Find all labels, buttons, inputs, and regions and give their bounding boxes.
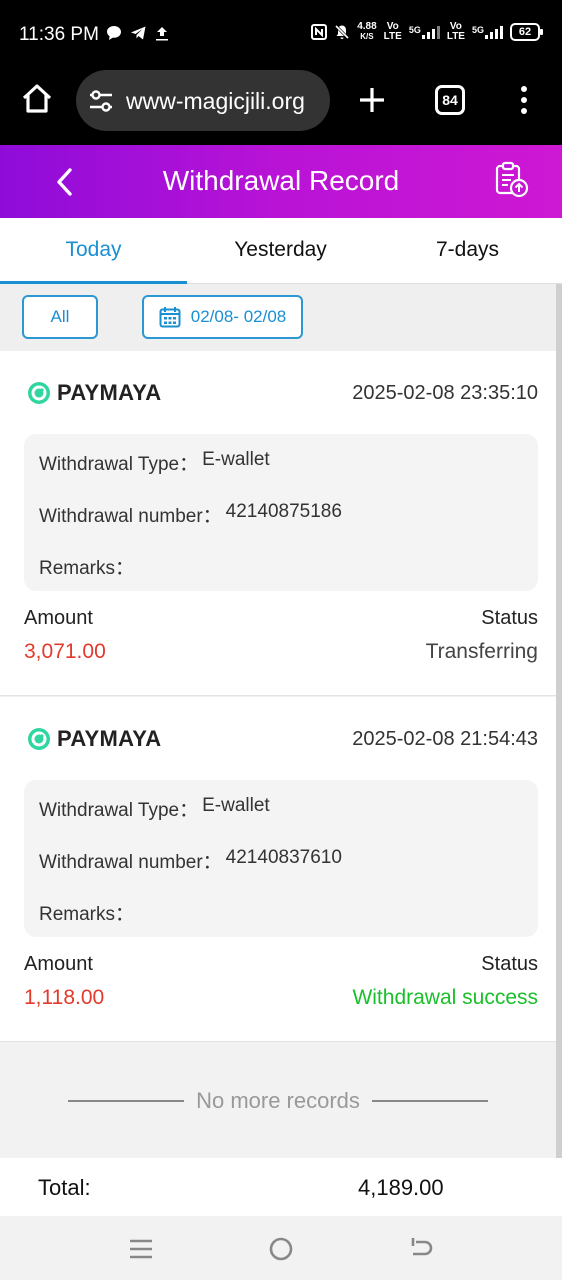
sim2-volte-bottom: LTE bbox=[446, 31, 465, 42]
divider bbox=[371, 1099, 488, 1102]
divider bbox=[68, 1099, 185, 1102]
nfc-icon bbox=[311, 24, 328, 40]
withdrawal-number-label: Withdrawal number： bbox=[39, 852, 222, 873]
status-label: Status bbox=[481, 607, 538, 629]
tab-7-days[interactable]: 7-days bbox=[374, 218, 561, 284]
upload-icon bbox=[156, 27, 168, 41]
signal-bars-icon bbox=[421, 25, 440, 39]
withdrawal-type-label: Withdrawal Type： bbox=[39, 800, 199, 821]
sim2-volte: Vo LTE bbox=[447, 22, 465, 42]
amount-label: Amount bbox=[24, 607, 93, 629]
sim2-gen: 5G bbox=[471, 25, 484, 35]
signal-bars-icon bbox=[485, 25, 503, 39]
record-datetime: 2025-02-08 21:54:43 bbox=[352, 728, 538, 750]
withdrawal-number-row: Withdrawal number： 42140837610 bbox=[39, 847, 342, 874]
tab-yesterday[interactable]: Yesterday bbox=[187, 218, 374, 284]
tab-today[interactable]: Today bbox=[0, 218, 187, 284]
recents-menu-icon[interactable] bbox=[128, 1236, 154, 1262]
withdrawal-number-value: 42140875186 bbox=[225, 501, 342, 522]
clipboard-upload-icon[interactable] bbox=[494, 161, 530, 199]
app-header: Withdrawal Record bbox=[0, 145, 562, 218]
total-bar: Total: 4,189.00 bbox=[0, 1158, 562, 1216]
withdrawal-type-row: Withdrawal Type： E-wallet bbox=[39, 449, 270, 476]
date-range-button[interactable]: 02/08- 02/08 bbox=[142, 295, 303, 339]
no-more-records-text: No more records bbox=[196, 1087, 360, 1113]
amount-label: Amount bbox=[24, 953, 93, 975]
sim2-signal: 5G bbox=[472, 25, 503, 39]
status-label: Status bbox=[481, 953, 538, 975]
filter-all-button[interactable]: All bbox=[22, 295, 98, 339]
record-datetime: 2025-02-08 23:35:10 bbox=[352, 382, 538, 404]
url-text[interactable]: www-magicjili.org bbox=[126, 88, 305, 115]
chat-icon bbox=[107, 26, 121, 40]
total-value: 4,189.00 bbox=[358, 1175, 444, 1200]
battery-icon: 62 bbox=[510, 23, 543, 41]
remarks-row: Remarks： bbox=[39, 899, 134, 926]
home-circle-icon[interactable] bbox=[268, 1236, 294, 1262]
scrollbar[interactable] bbox=[556, 284, 562, 1158]
page-title: Withdrawal Record bbox=[162, 165, 400, 196]
status-value: Withdrawal success bbox=[352, 986, 538, 1009]
end-of-list: No more records bbox=[0, 1043, 556, 1158]
sim1-volte: Vo LTE bbox=[384, 22, 402, 42]
system-nav-bar bbox=[0, 1216, 562, 1280]
net-speed-value: 4.88 bbox=[357, 21, 377, 32]
calendar-icon bbox=[159, 307, 181, 328]
net-speed-unit: K/S bbox=[360, 32, 374, 41]
withdrawal-type-label: Withdrawal Type： bbox=[39, 454, 199, 475]
sim1-volte-bottom: LTE bbox=[383, 31, 402, 42]
browser-toolbar: www-magicjili.org 84 bbox=[0, 68, 562, 145]
paymaya-logo-icon bbox=[28, 382, 50, 404]
back-icon[interactable] bbox=[408, 1236, 434, 1262]
telegram-icon bbox=[131, 26, 146, 40]
date-range-text: 02/08- 02/08 bbox=[190, 307, 287, 326]
remarks-label: Remarks： bbox=[39, 904, 135, 925]
record-details: Withdrawal Type： E-wallet Withdrawal num… bbox=[24, 434, 538, 591]
home-icon[interactable] bbox=[20, 82, 54, 116]
sim1-gen: 5G bbox=[408, 25, 421, 35]
status-time: 11:36 PM bbox=[19, 24, 99, 45]
status-bar: 11:36 PM 4.88 K/S Vo LTE 5G Vo LTE 5G 62 bbox=[0, 0, 562, 68]
withdrawal-type-row: Withdrawal Type： E-wallet bbox=[39, 795, 270, 822]
paymaya-logo-icon bbox=[28, 728, 50, 750]
date-tabs: Today Yesterday 7-days bbox=[0, 218, 562, 284]
status-left-icons bbox=[106, 25, 169, 41]
withdrawal-number-label: Withdrawal number： bbox=[39, 506, 222, 527]
withdrawal-type-value: E-wallet bbox=[202, 449, 270, 470]
provider-brand: PAYMAYA bbox=[27, 726, 161, 752]
filter-bar: All 02/08- 02/08 bbox=[0, 284, 562, 351]
provider-name: PAYMAYA bbox=[57, 380, 162, 405]
provider-brand: PAYMAYA bbox=[27, 380, 161, 406]
tab-switcher-button[interactable]: 84 bbox=[435, 85, 465, 115]
withdrawal-record-card[interactable]: PAYMAYA 2025-02-08 21:54:43 Withdrawal T… bbox=[0, 697, 556, 1042]
remarks-row: Remarks： bbox=[39, 553, 134, 580]
sim1-signal: 5G bbox=[409, 25, 440, 39]
site-settings-icon[interactable] bbox=[88, 89, 114, 113]
status-value: Transferring bbox=[425, 640, 538, 663]
address-bar[interactable]: www-magicjili.org bbox=[76, 70, 330, 131]
mute-bell-icon bbox=[335, 24, 350, 40]
withdrawal-number-row: Withdrawal number： 42140875186 bbox=[39, 501, 342, 528]
new-tab-icon[interactable] bbox=[358, 86, 386, 114]
amount-value: 3,071.00 bbox=[24, 640, 106, 663]
provider-name: PAYMAYA bbox=[57, 726, 162, 751]
amount-value: 1,118.00 bbox=[24, 986, 105, 1009]
withdrawal-record-card[interactable]: PAYMAYA 2025-02-08 23:35:10 Withdrawal T… bbox=[0, 351, 556, 696]
withdrawal-number-value: 42140837610 bbox=[225, 847, 342, 868]
record-details: Withdrawal Type： E-wallet Withdrawal num… bbox=[24, 780, 538, 937]
net-speed: 4.88 K/S bbox=[357, 22, 376, 42]
status-right-icons: 4.88 K/S Vo LTE 5G Vo LTE 5G 62 bbox=[311, 22, 543, 42]
total-label: Total: bbox=[38, 1175, 91, 1200]
remarks-label: Remarks： bbox=[39, 558, 135, 579]
withdrawal-type-value: E-wallet bbox=[202, 795, 270, 816]
more-options-icon[interactable] bbox=[519, 85, 529, 115]
